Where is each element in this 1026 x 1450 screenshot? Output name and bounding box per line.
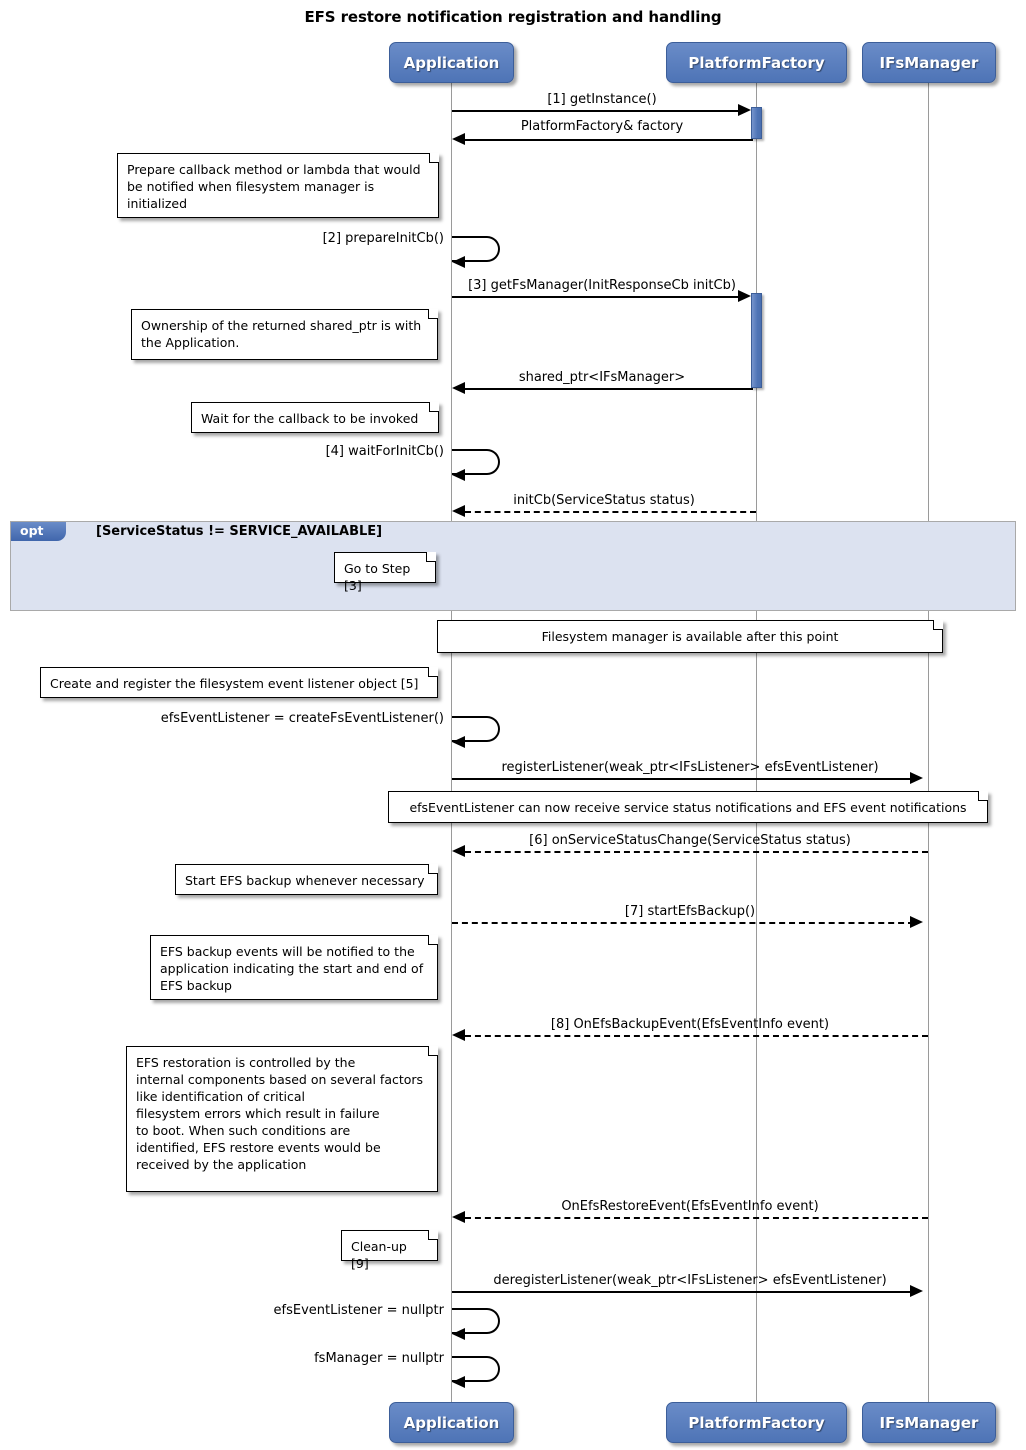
message-arrow-m3 [452, 256, 465, 268]
message-label-m9: registerListener(weak_ptr<IFsListener> e… [501, 760, 879, 775]
note-start-efs-backup: Start EFS backup whenever necessary [175, 864, 438, 895]
message-line-m14 [452, 1291, 914, 1293]
participant-label: IFsManager [879, 1413, 979, 1432]
message-arrow-m8 [452, 736, 465, 748]
message-label-m10: [6] onServiceStatusChange(ServiceStatus … [529, 833, 851, 848]
lifeline-ifsmanager [928, 82, 929, 1402]
message-label-m6: [4] waitForInitCb() [325, 444, 444, 459]
participant-label: Application [403, 53, 500, 72]
message-label-m8: efsEventListener = createFsEventListener… [160, 711, 444, 726]
message-label-m4: [3] getFsManager(InitResponseCb initCb) [468, 278, 736, 293]
participant-footer-application[interactable]: Application [389, 1402, 514, 1443]
message-arrow-m16 [452, 1376, 465, 1388]
message-line-m11 [452, 922, 914, 924]
participant-label: IFsManager [879, 53, 979, 72]
message-arrow-m5 [452, 382, 465, 394]
participant-footer-platformfactory[interactable]: PlatformFactory [666, 1402, 847, 1443]
message-label-m5: shared_ptr<IFsManager> [518, 370, 686, 385]
note-prepare-callback: Prepare callback method or lambda that w… [117, 153, 439, 218]
message-line-m10 [465, 851, 928, 853]
message-label-m2: PlatformFactory& factory [520, 119, 684, 134]
message-line-m9 [452, 778, 914, 780]
note-go-to-step: Go to Step [3] [334, 552, 436, 593]
message-arrow-m6 [452, 469, 465, 481]
sequence-diagram: EFS restore notification registration an… [0, 0, 1026, 1450]
note-efs-restoration: EFS restoration is controlled by the int… [126, 1046, 438, 1192]
message-arrow-m7 [452, 505, 465, 517]
note-ownership-dogear [428, 309, 438, 319]
message-label-m12: [8] OnEfsBackupEvent(EfsEventInfo event) [550, 1017, 830, 1032]
note-fs-manager-available-dogear [933, 620, 943, 630]
participant-label: PlatformFactory [688, 53, 825, 72]
note-ownership: Ownership of the returned shared_ptr is … [131, 309, 438, 360]
note-listener-receives-dogear [978, 791, 988, 801]
participant-footer-ifsmanager[interactable]: IFsManager [862, 1402, 996, 1443]
participant-label: PlatformFactory [688, 1413, 825, 1432]
message-line-m5 [465, 388, 753, 390]
fragment-opt-guard: [ServiceStatus != SERVICE_AVAILABLE] [96, 524, 383, 539]
activation-platformfactory-1 [751, 107, 762, 139]
message-line-m2 [465, 139, 753, 141]
participant-label: Application [403, 1413, 500, 1432]
page-title: EFS restore notification registration an… [304, 8, 722, 26]
message-arrow-m14 [910, 1285, 923, 1297]
message-arrow-m2 [452, 133, 465, 145]
message-label-m13: OnEfsRestoreEvent(EfsEventInfo event) [561, 1199, 819, 1214]
fragment-opt-operator: opt [11, 522, 66, 541]
message-line-m12 [465, 1035, 928, 1037]
note-efs-backup-events-dogear [428, 935, 438, 945]
participant-ifsmanager[interactable]: IFsManager [862, 42, 996, 83]
note-prepare-callback-dogear [429, 153, 439, 163]
note-fs-manager-available: Filesystem manager is available after th… [437, 620, 943, 653]
message-label-m3: [2] prepareInitCb() [322, 231, 444, 246]
message-arrow-m15 [452, 1328, 465, 1340]
note-wait-callback: Wait for the callback to be invoked [191, 402, 439, 433]
note-efs-backup-events: EFS backup events will be notified to th… [150, 935, 438, 1000]
note-listener-receives: efsEventListener can now receive service… [388, 791, 988, 823]
participant-application[interactable]: Application [389, 42, 514, 83]
message-arrow-m13 [452, 1211, 465, 1223]
message-label-m7: initCb(ServiceStatus status) [513, 493, 695, 508]
message-label-m14: deregisterListener(weak_ptr<IFsListener>… [493, 1273, 887, 1288]
message-arrow-m12 [452, 1029, 465, 1041]
note-create-register-listener: Create and register the filesystem event… [40, 667, 438, 698]
message-line-m7 [465, 511, 756, 513]
message-line-m4 [452, 296, 742, 298]
message-arrow-m10 [452, 845, 465, 857]
note-go-to-step-dogear [426, 552, 436, 562]
participant-platformfactory[interactable]: PlatformFactory [666, 42, 847, 83]
note-efs-restoration-dogear [428, 1046, 438, 1056]
note-start-efs-backup-dogear [428, 864, 438, 874]
note-create-register-listener-dogear [428, 667, 438, 677]
message-line-m13 [465, 1217, 928, 1219]
message-arrow-m1 [738, 104, 751, 116]
note-wait-callback-dogear [429, 402, 439, 412]
message-line-m1 [452, 110, 742, 112]
message-label-m16: fsManager = nullptr [314, 1351, 444, 1366]
message-arrow-m9 [910, 772, 923, 784]
message-label-m15: efsEventListener = nullptr [273, 1303, 444, 1318]
message-label-m1: [1] getInstance() [547, 92, 657, 107]
note-clean-up-dogear [428, 1230, 438, 1240]
note-clean-up: Clean-up [9] [341, 1230, 438, 1271]
message-arrow-m11 [910, 916, 923, 928]
activation-platformfactory-2 [751, 293, 762, 388]
message-label-m11: [7] startEfsBackup() [624, 904, 756, 919]
message-arrow-m4 [738, 290, 751, 302]
